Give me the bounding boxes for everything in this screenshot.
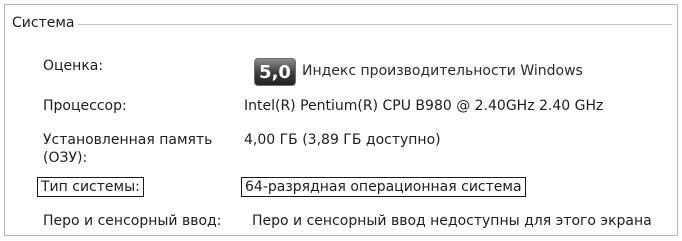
pen-touch-value: Перо и сенсорный ввод недоступны для это…	[252, 213, 652, 229]
system-type-label-box: Тип системы:	[37, 177, 144, 197]
processor-value: Intel(R) Pentium(R) CPU B980 @ 2.40GHz 2…	[244, 98, 604, 114]
group-title: Система	[12, 15, 79, 31]
group-divider	[12, 24, 672, 25]
system-type-value-box: 64-разрядная операционная система	[241, 177, 526, 197]
memory-label: Установленная память (ОЗУ):	[43, 132, 213, 166]
performance-score-badge[interactable]: 5,0	[254, 58, 296, 86]
memory-value: 4,00 ГБ (3,89 ГБ доступно)	[244, 132, 441, 148]
system-type-label: Тип системы:	[37, 177, 144, 197]
performance-index-link[interactable]: Индекс производительности Windows	[302, 62, 583, 80]
pen-touch-label: Перо и сенсорный ввод:	[43, 213, 222, 229]
processor-label: Процессор:	[43, 98, 127, 114]
system-panel	[4, 4, 678, 236]
system-type-value: 64-разрядная операционная система	[241, 177, 526, 197]
rating-label: Оценка:	[43, 58, 104, 74]
